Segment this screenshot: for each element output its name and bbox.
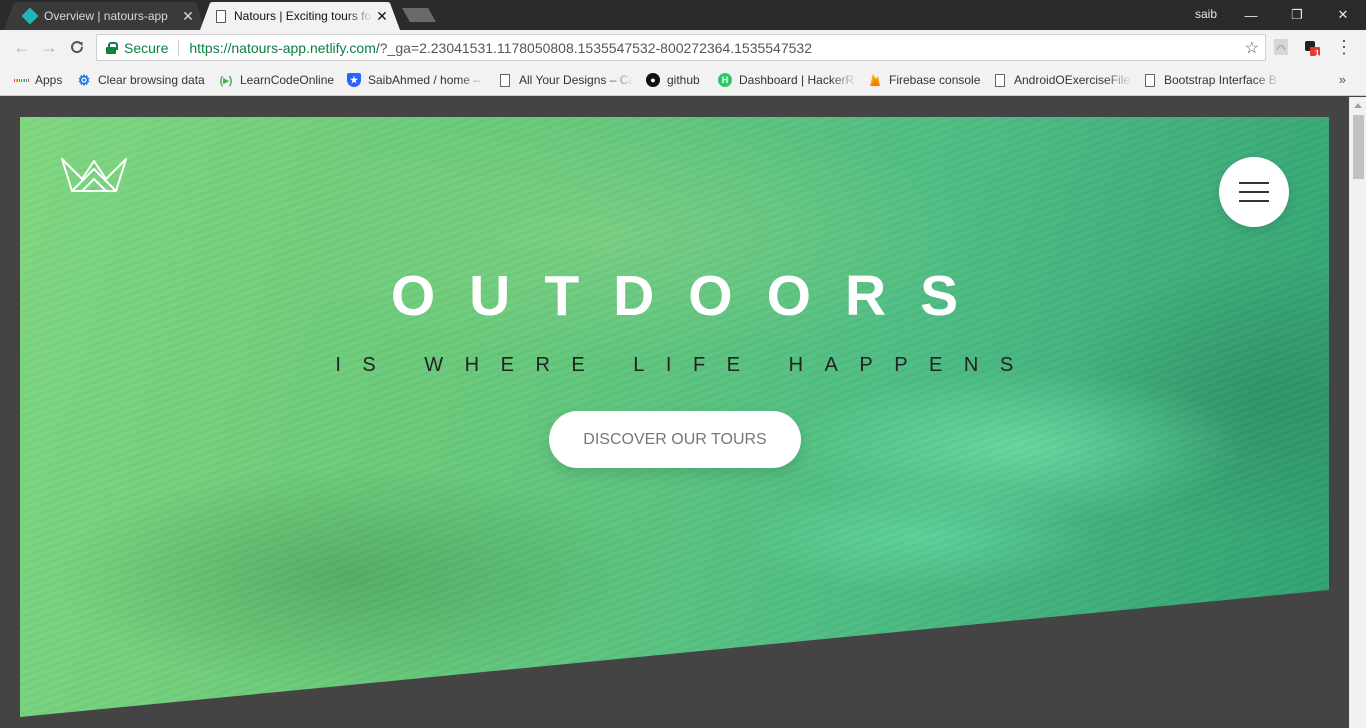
hero-header: OUTDOORS IS WHERE LIFE HAPPENS DISCOVER … bbox=[20, 117, 1329, 717]
close-tab-icon[interactable]: ✕ bbox=[180, 8, 196, 24]
bookmark-label: SaibAhmed / home – bbox=[368, 73, 481, 87]
bookmark-firebase[interactable]: Firebase console bbox=[868, 71, 980, 89]
more-bookmarks-chevron-icon[interactable]: » bbox=[1339, 72, 1346, 87]
menu-line bbox=[1239, 191, 1269, 193]
url-text[interactable]: https://natours-app.netlify.com/?_ga=2.2… bbox=[189, 40, 812, 56]
url-query: /?_ga=2.23041531.1178050808.1535547532-8… bbox=[375, 39, 812, 56]
bookmark-label: github bbox=[667, 73, 700, 87]
tab-title: Natours | Exciting tours fo bbox=[234, 9, 372, 23]
menu-line bbox=[1239, 182, 1269, 184]
crown-logo-icon[interactable] bbox=[60, 157, 128, 193]
page-scrollbar[interactable] bbox=[1349, 97, 1366, 728]
page-icon bbox=[1143, 73, 1157, 87]
extension-badge: 1 bbox=[1315, 49, 1320, 58]
profile-name[interactable]: saib bbox=[1195, 7, 1217, 21]
address-bar[interactable]: Secure https://natours-app.netlify.com/?… bbox=[96, 34, 1266, 61]
bookmark-label: Firebase console bbox=[889, 73, 981, 87]
scroll-thumb[interactable] bbox=[1353, 115, 1364, 179]
bookmark-clear-browsing-data[interactable]: ⚙ Clear browsing data bbox=[77, 71, 205, 89]
page-icon bbox=[498, 73, 512, 87]
bookmark-label: Apps bbox=[35, 73, 63, 87]
bookmark-saibahmed-home[interactable]: ★ SaibAhmed / home – bbox=[347, 71, 487, 89]
lock-icon bbox=[106, 41, 118, 54]
bookmark-bootstrap-interface[interactable]: Bootstrap Interface B bbox=[1143, 71, 1281, 89]
bookmark-github[interactable]: ● github bbox=[646, 71, 700, 89]
new-tab-button[interactable] bbox=[402, 8, 436, 22]
bookmark-label: Dashboard | HackerR bbox=[739, 73, 855, 87]
url-host: https://natours-app.netlify.com bbox=[189, 39, 376, 56]
reload-icon[interactable] bbox=[65, 35, 89, 59]
close-window-button[interactable]: ✕ bbox=[1320, 0, 1366, 30]
hero-heading-sub: IS WHERE LIFE HAPPENS bbox=[335, 354, 1035, 376]
scroll-up-arrow-icon[interactable] bbox=[1354, 103, 1362, 108]
back-arrow-icon[interactable]: ← bbox=[10, 35, 34, 59]
bookmark-androidoexercisefile[interactable]: AndroidOExerciseFile bbox=[993, 71, 1133, 89]
bookmark-label: All Your Designs – Ca bbox=[519, 73, 634, 87]
hackerrank-icon: H bbox=[718, 73, 732, 87]
netlify-diamond-icon bbox=[21, 7, 39, 25]
apps-grid-icon bbox=[14, 73, 28, 87]
menu-line bbox=[1239, 200, 1269, 202]
tab-natours[interactable]: Natours | Exciting tours fo ✕ bbox=[200, 2, 400, 30]
minimize-button[interactable]: — bbox=[1228, 0, 1274, 30]
pdf-extension-icon[interactable] bbox=[1271, 37, 1291, 57]
window-title-bar: Overview | natours-app ✕ Natours | Excit… bbox=[0, 0, 1366, 30]
forward-arrow-icon[interactable]: → bbox=[37, 35, 61, 59]
lco-icon: (▸) bbox=[219, 74, 233, 87]
bookmark-label: Clear browsing data bbox=[98, 73, 205, 87]
bookmark-label: LearnCodeOnline bbox=[240, 73, 335, 87]
omnibox-divider bbox=[178, 39, 180, 56]
gear-icon: ⚙ bbox=[77, 71, 91, 88]
bookmark-apps[interactable]: Apps bbox=[14, 71, 62, 89]
github-icon: ● bbox=[646, 73, 660, 87]
page-viewport: OUTDOORS IS WHERE LIFE HAPPENS DISCOVER … bbox=[0, 97, 1349, 728]
page-icon bbox=[216, 9, 226, 23]
bookmarks-bar: Apps ⚙ Clear browsing data (▸) LearnCode… bbox=[0, 64, 1366, 96]
restore-button[interactable]: ❐ bbox=[1274, 0, 1320, 30]
browser-toolbar: ← → Secure https://natours-app.netlify.c… bbox=[0, 30, 1366, 64]
hamburger-menu-button[interactable] bbox=[1219, 157, 1289, 227]
shield-icon: ★ bbox=[347, 73, 361, 87]
tab-title: Overview | natours-app bbox=[44, 9, 168, 23]
tab-overview[interactable]: Overview | natours-app ✕ bbox=[4, 2, 206, 30]
page-icon bbox=[993, 73, 1007, 87]
bookmark-star-icon[interactable]: ☆ bbox=[1245, 38, 1259, 58]
bookmark-label: Bootstrap Interface B bbox=[1164, 73, 1277, 87]
bookmark-all-your-designs[interactable]: All Your Designs – Ca bbox=[498, 71, 634, 89]
firebase-icon bbox=[868, 73, 882, 87]
bookmark-label: AndroidOExerciseFile bbox=[1014, 73, 1131, 87]
close-tab-icon[interactable]: ✕ bbox=[374, 8, 390, 24]
bookmark-learncodeonline[interactable]: (▸) LearnCodeOnline bbox=[219, 71, 335, 89]
secure-label: Secure bbox=[124, 39, 169, 56]
bookmark-hackerrank[interactable]: H Dashboard | HackerR bbox=[718, 71, 858, 89]
discover-tours-button[interactable]: DISCOVER OUR TOURS bbox=[549, 411, 801, 468]
chrome-menu-icon[interactable]: ⋮ bbox=[1332, 35, 1356, 59]
hero-heading-main: OUTDOORS bbox=[390, 264, 993, 328]
